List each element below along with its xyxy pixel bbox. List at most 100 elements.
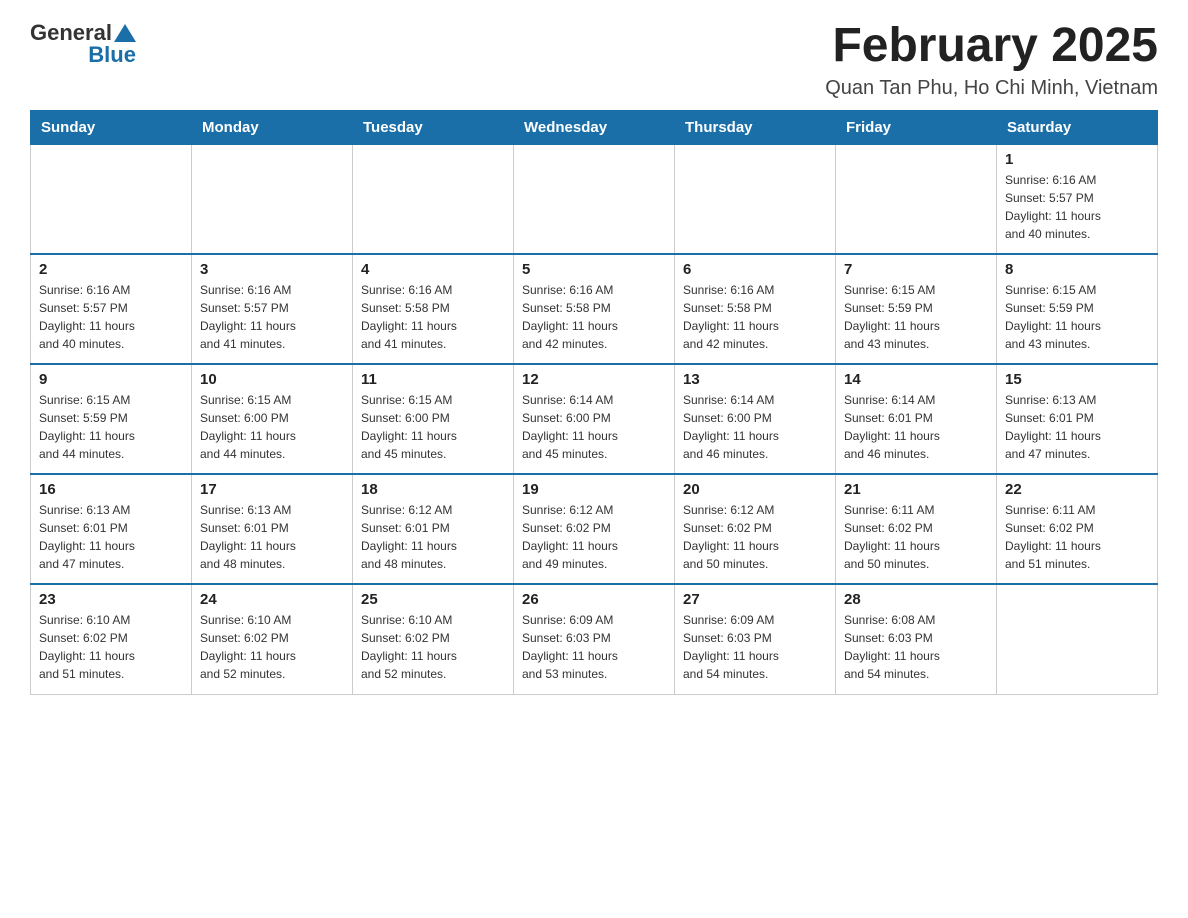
day-info: Sunrise: 6:13 AM Sunset: 6:01 PM Dayligh… [1005,391,1149,463]
table-row: 2 Sunrise: 6:16 AM Sunset: 5:57 PM Daylig… [31,254,192,364]
day-info: Sunrise: 6:14 AM Sunset: 6:00 PM Dayligh… [522,391,666,463]
table-row: 6 Sunrise: 6:16 AM Sunset: 5:58 PM Daylig… [675,254,836,364]
table-row: 28 Sunrise: 6:08 AM Sunset: 6:03 PM Dayli… [836,584,997,694]
table-row: 23 Sunrise: 6:10 AM Sunset: 6:02 PM Dayli… [31,584,192,694]
day-number: 2 [39,261,183,278]
table-row: 18Sunrise: 6:12 AM Sunset: 6:01 PM Dayli… [353,474,514,584]
day-info: Sunrise: 6:14 AM Sunset: 6:01 PM Dayligh… [844,391,988,463]
day-info: Sunrise: 6:15 AM Sunset: 5:59 PM Dayligh… [844,281,988,353]
day-number: 28 [844,591,988,608]
location-title: Quan Tan Phu, Ho Chi Minh, Vietnam [825,77,1158,100]
table-row: 13 Sunrise: 6:14 AM Sunset: 6:00 PM Dayli… [675,364,836,474]
day-info: Sunrise: 6:16 AM Sunset: 5:58 PM Dayligh… [522,281,666,353]
calendar-header-row: Sunday Monday Tuesday Wednesday Thursday… [31,110,1158,144]
day-info: Sunrise: 6:16 AM Sunset: 5:58 PM Dayligh… [683,281,827,353]
day-info: Sunrise: 6:12 AM Sunset: 6:02 PM Dayligh… [522,501,666,573]
day-number: 17 [200,481,344,498]
table-row: 5 Sunrise: 6:16 AM Sunset: 5:58 PM Daylig… [514,254,675,364]
day-info: Sunrise: 6:10 AM Sunset: 6:02 PM Dayligh… [39,611,183,683]
col-friday: Friday [836,110,997,144]
day-number: 13 [683,371,827,388]
day-number: 1 [1005,151,1149,168]
logo-triangle-icon [114,22,136,44]
day-number: 3 [200,261,344,278]
day-info: Sunrise: 6:08 AM Sunset: 6:03 PM Dayligh… [844,611,988,683]
page-header: General Blue February 2025 Quan Tan Phu,… [30,20,1158,100]
table-row: 20 Sunrise: 6:12 AM Sunset: 6:02 PM Dayli… [675,474,836,584]
table-row: 14 Sunrise: 6:14 AM Sunset: 6:01 PM Dayli… [836,364,997,474]
day-number: 10 [200,371,344,388]
table-row: 19 Sunrise: 6:12 AM Sunset: 6:02 PM Dayli… [514,474,675,584]
table-row: 26Sunrise: 6:09 AM Sunset: 6:03 PM Dayli… [514,584,675,694]
day-number: 5 [522,261,666,278]
logo: General Blue [30,20,136,68]
calendar-week-row: 1 Sunrise: 6:16 AM Sunset: 5:57 PM Daylig… [31,144,1158,254]
day-info: Sunrise: 6:16 AM Sunset: 5:57 PM Dayligh… [1005,171,1149,243]
table-row [836,144,997,254]
day-number: 19 [522,481,666,498]
day-number: 20 [683,481,827,498]
day-info: Sunrise: 6:10 AM Sunset: 6:02 PM Dayligh… [200,611,344,683]
table-row: 10Sunrise: 6:15 AM Sunset: 6:00 PM Dayli… [192,364,353,474]
day-info: Sunrise: 6:12 AM Sunset: 6:02 PM Dayligh… [683,501,827,573]
table-row: 1 Sunrise: 6:16 AM Sunset: 5:57 PM Daylig… [997,144,1158,254]
day-number: 8 [1005,261,1149,278]
logo-blue: Blue [88,42,136,67]
day-info: Sunrise: 6:13 AM Sunset: 6:01 PM Dayligh… [200,501,344,573]
table-row: 11 Sunrise: 6:15 AM Sunset: 6:00 PM Dayli… [353,364,514,474]
table-row [192,144,353,254]
day-info: Sunrise: 6:10 AM Sunset: 6:02 PM Dayligh… [361,611,505,683]
day-info: Sunrise: 6:12 AM Sunset: 6:01 PM Dayligh… [361,501,505,573]
calendar-week-row: 23 Sunrise: 6:10 AM Sunset: 6:02 PM Dayli… [31,584,1158,694]
month-title: February 2025 [825,20,1158,73]
col-saturday: Saturday [997,110,1158,144]
day-number: 27 [683,591,827,608]
day-number: 16 [39,481,183,498]
day-info: Sunrise: 6:09 AM Sunset: 6:03 PM Dayligh… [522,611,666,683]
day-number: 24 [200,591,344,608]
day-number: 23 [39,591,183,608]
table-row [31,144,192,254]
calendar-week-row: 16 Sunrise: 6:13 AM Sunset: 6:01 PM Dayli… [31,474,1158,584]
day-info: Sunrise: 6:16 AM Sunset: 5:58 PM Dayligh… [361,281,505,353]
day-info: Sunrise: 6:09 AM Sunset: 6:03 PM Dayligh… [683,611,827,683]
day-number: 11 [361,371,505,388]
col-wednesday: Wednesday [514,110,675,144]
day-number: 15 [1005,371,1149,388]
day-number: 6 [683,261,827,278]
table-row: 25 Sunrise: 6:10 AM Sunset: 6:02 PM Dayli… [353,584,514,694]
col-sunday: Sunday [31,110,192,144]
table-row: 16Sunrise: 6:13 AM Sunset: 6:01 PM Dayli… [31,474,192,584]
day-info: Sunrise: 6:16 AM Sunset: 5:57 PM Dayligh… [39,281,183,353]
day-number: 12 [522,371,666,388]
col-monday: Monday [192,110,353,144]
day-info: Sunrise: 6:15 AM Sunset: 6:00 PM Dayligh… [361,391,505,463]
day-number: 22 [1005,481,1149,498]
table-row: 12 Sunrise: 6:14 AM Sunset: 6:00 PM Dayli… [514,364,675,474]
table-row: 17 Sunrise: 6:13 AM Sunset: 6:01 PM Dayli… [192,474,353,584]
table-row: 7Sunrise: 6:15 AM Sunset: 5:59 PM Daylig… [836,254,997,364]
day-number: 14 [844,371,988,388]
calendar-week-row: 9 Sunrise: 6:15 AM Sunset: 5:59 PM Daylig… [31,364,1158,474]
title-block: February 2025 Quan Tan Phu, Ho Chi Minh,… [825,20,1158,100]
day-info: Sunrise: 6:15 AM Sunset: 5:59 PM Dayligh… [39,391,183,463]
table-row [997,584,1158,694]
col-tuesday: Tuesday [353,110,514,144]
table-row: 27 Sunrise: 6:09 AM Sunset: 6:03 PM Dayli… [675,584,836,694]
table-row [514,144,675,254]
day-info: Sunrise: 6:11 AM Sunset: 6:02 PM Dayligh… [1005,501,1149,573]
table-row [675,144,836,254]
table-row: 4Sunrise: 6:16 AM Sunset: 5:58 PM Daylig… [353,254,514,364]
table-row: 9 Sunrise: 6:15 AM Sunset: 5:59 PM Daylig… [31,364,192,474]
day-number: 21 [844,481,988,498]
day-info: Sunrise: 6:16 AM Sunset: 5:57 PM Dayligh… [200,281,344,353]
day-info: Sunrise: 6:15 AM Sunset: 5:59 PM Dayligh… [1005,281,1149,353]
day-number: 25 [361,591,505,608]
col-thursday: Thursday [675,110,836,144]
table-row: 3 Sunrise: 6:16 AM Sunset: 5:57 PM Daylig… [192,254,353,364]
day-info: Sunrise: 6:14 AM Sunset: 6:00 PM Dayligh… [683,391,827,463]
table-row: 21Sunrise: 6:11 AM Sunset: 6:02 PM Dayli… [836,474,997,584]
calendar-week-row: 2 Sunrise: 6:16 AM Sunset: 5:57 PM Daylig… [31,254,1158,364]
table-row: 24 Sunrise: 6:10 AM Sunset: 6:02 PM Dayli… [192,584,353,694]
day-number: 9 [39,371,183,388]
